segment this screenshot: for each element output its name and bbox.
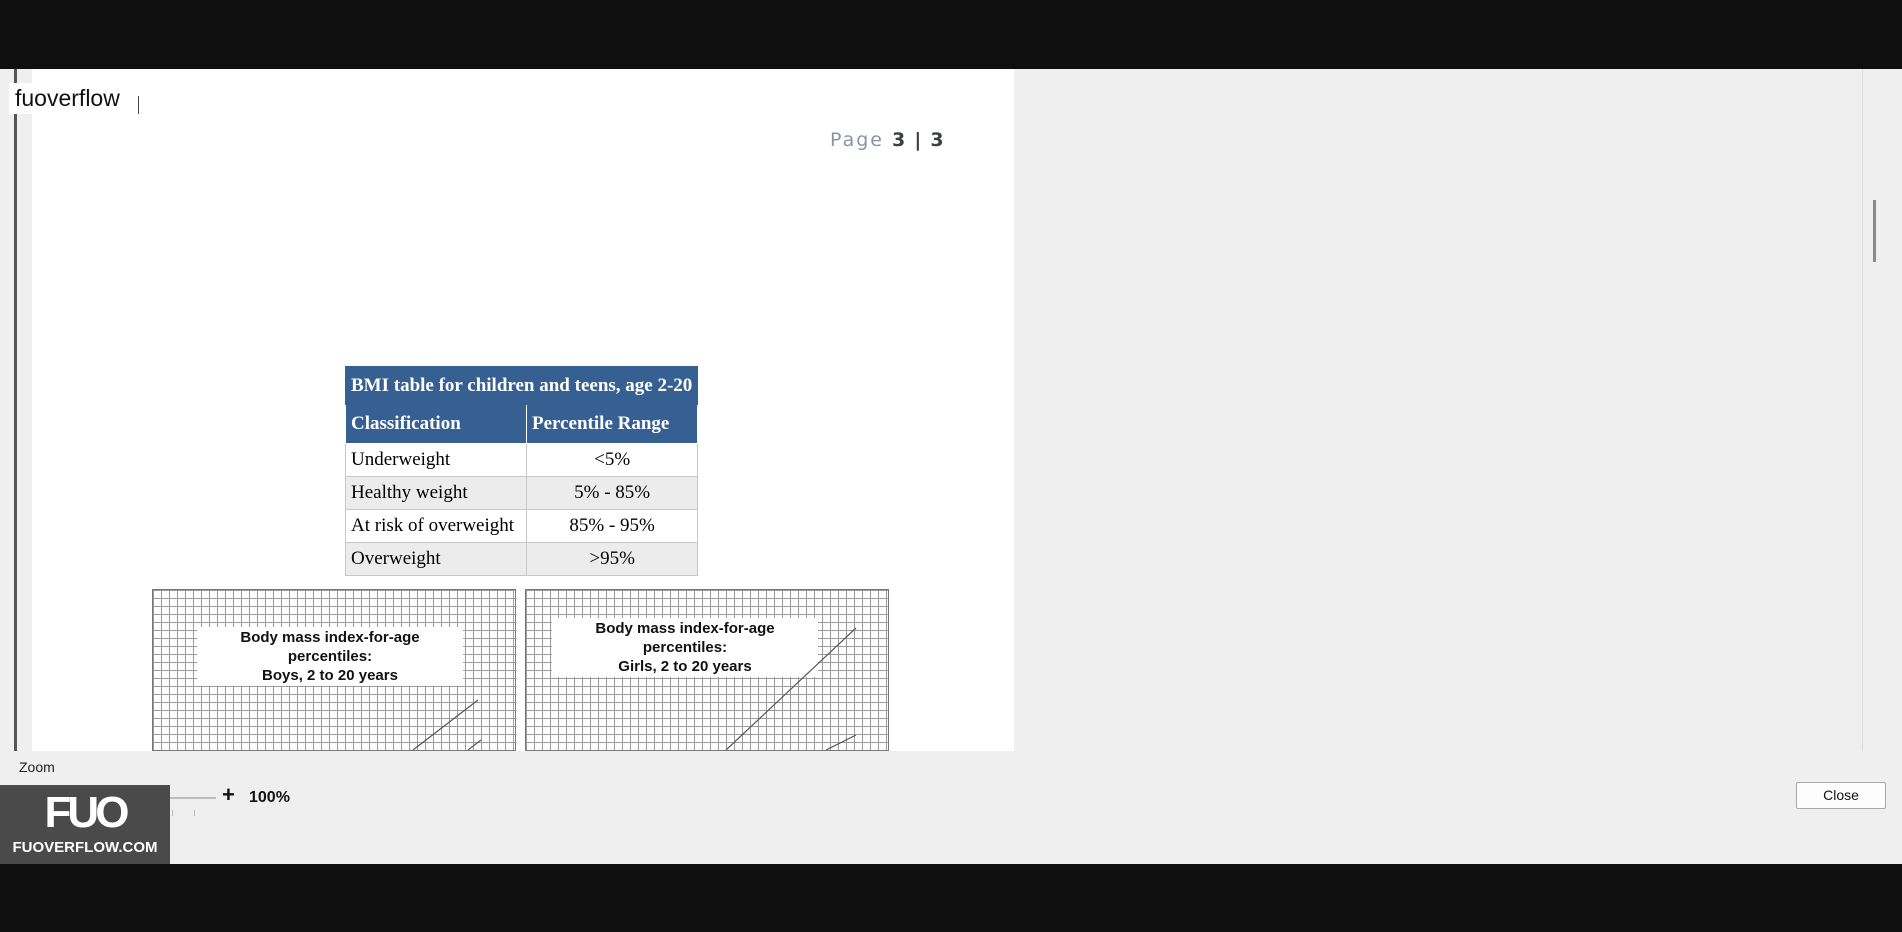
girls-bmi-chart-image: Body mass index-for-age percentiles: Gir… xyxy=(525,589,889,751)
zoom-label: Zoom xyxy=(19,759,55,775)
table-row: Underweight <5% xyxy=(345,443,699,477)
watermark-text: FUOVERFLOW.COM xyxy=(12,839,158,856)
table-cell: At risk of overweight xyxy=(345,509,527,543)
page-number: Page 3 | 3 xyxy=(830,129,945,151)
text-cursor xyxy=(138,96,139,114)
table-row: Healthy weight 5% - 85% xyxy=(345,476,699,510)
left-divider xyxy=(14,69,17,751)
watermark-logo-mark: FUO xyxy=(44,788,130,837)
vertical-scrollbar-thumb[interactable] xyxy=(1873,200,1876,262)
table-row: Overweight >95% xyxy=(345,542,699,576)
column-header-percentile-range: Percentile Range xyxy=(525,404,699,444)
column-header-classification: Classification xyxy=(345,404,527,444)
bmi-table-caption: BMI table for children and teens, age 2-… xyxy=(344,366,699,405)
zoom-in-button[interactable]: + xyxy=(222,782,235,808)
document-page: Page 3 | 3 BMI table for children and te… xyxy=(32,69,1014,751)
page-label: Page xyxy=(830,129,884,151)
table-cell: Overweight xyxy=(345,542,527,576)
table-cell: 5% - 85% xyxy=(525,476,699,510)
document-viewer-window: Page 3 | 3 BMI table for children and te… xyxy=(0,69,1902,864)
bmi-table: BMI table for children and teens, age 2-… xyxy=(344,366,699,576)
boys-chart-curves xyxy=(412,699,482,750)
page-total: 3 xyxy=(930,129,945,151)
table-cell: >95% xyxy=(525,542,699,576)
document-scroll-area[interactable]: Page 3 | 3 BMI table for children and te… xyxy=(0,69,1884,751)
page-separator: | xyxy=(914,129,923,151)
watermark-logo: FUO FUOVERFLOW.COM xyxy=(0,785,170,864)
app-title: fuoverflow xyxy=(9,83,126,114)
table-cell: <5% xyxy=(525,443,699,477)
zoom-value: 100% xyxy=(249,789,290,806)
table-row: At risk of overweight 85% - 95% xyxy=(345,509,699,543)
table-cell: Healthy weight xyxy=(345,476,527,510)
close-button[interactable]: Close xyxy=(1796,782,1886,809)
page-current: 3 xyxy=(892,129,907,151)
vertical-scrollbar[interactable] xyxy=(1862,69,1885,751)
boys-bmi-chart-image: Body mass index-for-age percentiles: Boy… xyxy=(152,589,516,751)
table-cell: Underweight xyxy=(345,443,527,477)
table-cell: 85% - 95% xyxy=(525,509,699,543)
girls-chart-curves xyxy=(725,627,857,750)
